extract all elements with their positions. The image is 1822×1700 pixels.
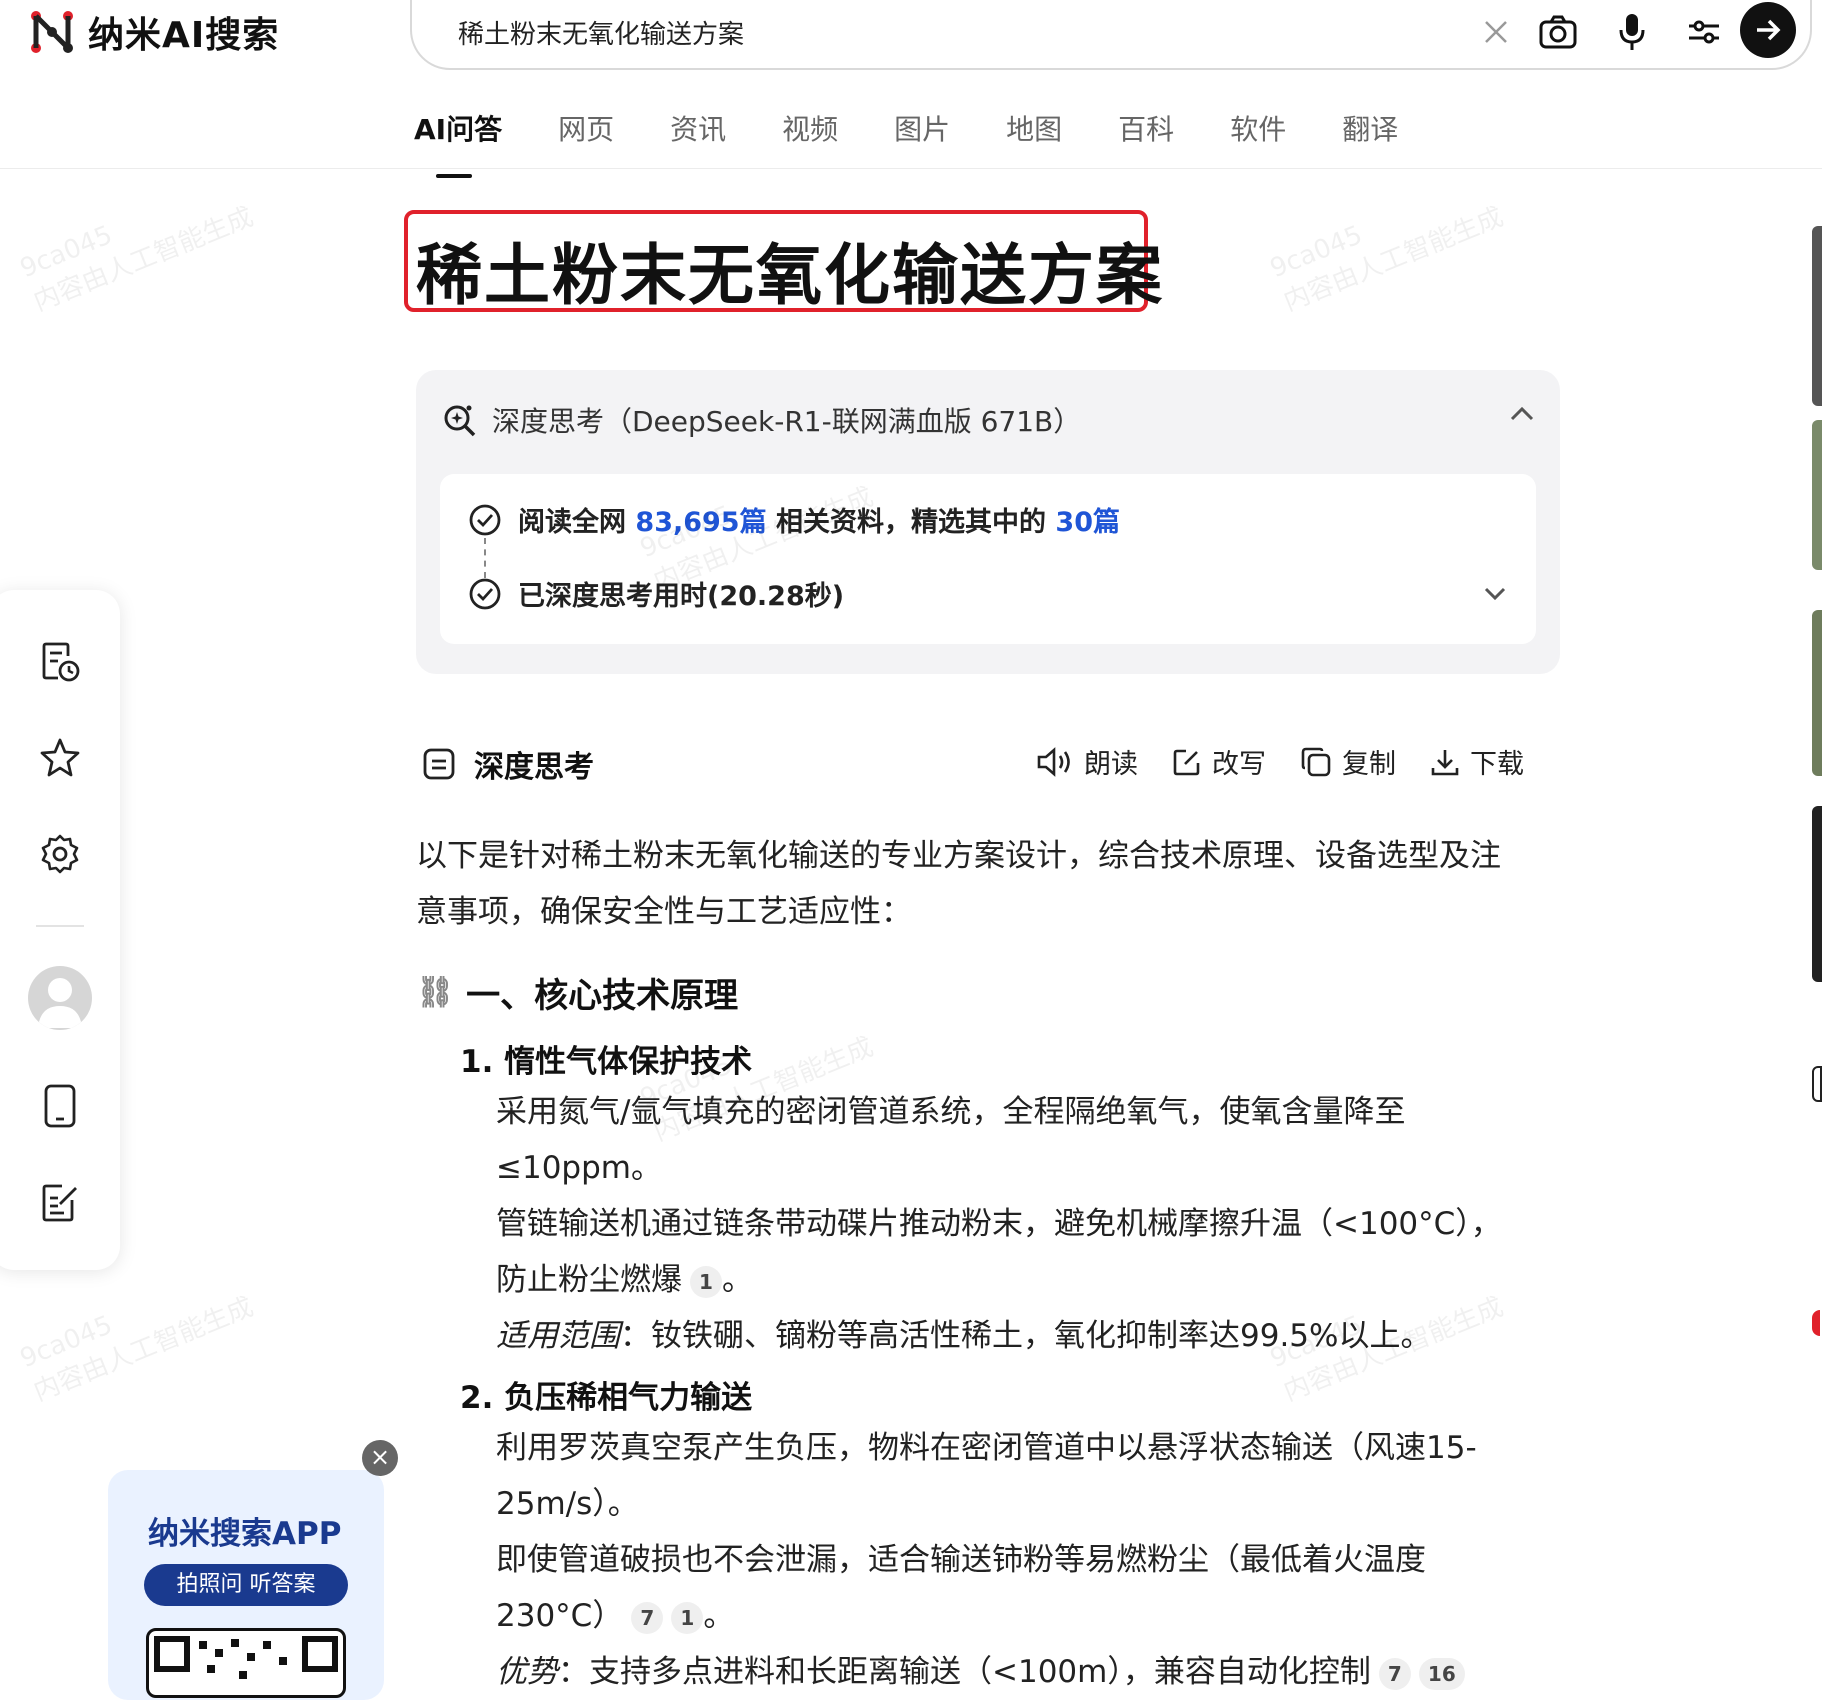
page-title: 稀土粉末无氧化输送方案 <box>416 237 1164 314</box>
intro-line-1: 以下是针对稀土粉末无氧化输送的专业方案设计，综合技术原理、设备选型及注 <box>416 838 1501 874</box>
item-2-line-3: 即使管道破损也不会泄漏，适合输送铈粉等易燃粉尘（最低着火温度 <box>496 1542 1426 1578</box>
tab-news[interactable]: 资讯 <box>670 108 726 148</box>
item-2-line-1: 利用罗茨真空泵产生负压，物料在密闭管道中以悬浮状态输送（风速15- <box>496 1430 1477 1466</box>
answer-actions: 朗读 改写 复制 下载 <box>1036 742 1524 781</box>
advantage-label: 优势 <box>496 1654 558 1690</box>
intro-line-2: 意事项，确保安全性与工艺适应性： <box>416 894 912 930</box>
citation-badge[interactable]: 7 <box>631 1601 664 1634</box>
tab-ai-qa[interactable]: AI问答 <box>414 108 502 178</box>
history-icon[interactable] <box>36 638 84 686</box>
sidebar-divider <box>36 925 84 927</box>
item-1-line-2: ≤10ppm。 <box>496 1150 662 1186</box>
watermark: 9ca045内容由人工智能生成 <box>1265 201 1508 318</box>
promo-tagline: 拍照问 听答案 <box>144 1564 348 1606</box>
watermark: 9ca045内容由人工智能生成 <box>15 1291 258 1408</box>
citation-badge[interactable]: 7 <box>1378 1657 1411 1690</box>
tab-map[interactable]: 地图 <box>1006 108 1062 148</box>
filter-icon[interactable] <box>1682 10 1726 54</box>
copy-button[interactable]: 复制 <box>1300 742 1396 781</box>
download-icon <box>1431 749 1459 775</box>
chain-icon: ⛓ <box>416 975 455 1010</box>
section-heading-core-principles: ⛓ 一、核心技术原理 <box>416 968 738 1017</box>
search-input[interactable]: 稀土粉末无氧化输送方案 <box>458 14 744 51</box>
step-connector <box>484 538 486 578</box>
time-step: 已深度思考用时(20.28秒) <box>468 574 844 613</box>
document-icon <box>423 748 455 780</box>
deep-think-header[interactable]: 深度思考（DeepSeek-R1-联网满血版 671B） <box>442 400 1081 440</box>
nami-logo-icon <box>31 11 73 53</box>
read-aloud-button[interactable]: 朗读 <box>1036 742 1138 781</box>
note-edit-icon[interactable] <box>36 1178 84 1226</box>
close-icon[interactable] <box>1474 10 1518 54</box>
logo[interactable]: 纳米AI搜索 <box>30 4 279 60</box>
item-2-advantage: 优势：支持多点进料和长距离输送（<100m），兼容自动化控制 7 16 <box>496 1644 1465 1700</box>
search-submit-button[interactable] <box>1740 2 1796 58</box>
item-1-title: 1. 惰性气体保护技术 <box>460 1044 753 1080</box>
right-edge-image <box>1812 226 1822 406</box>
heading-text: 一、核心技术原理 <box>466 976 739 1016</box>
read-step-text: 阅读全网 83,695篇 相关资料，精选其中的 30篇 <box>518 507 1120 538</box>
promo-close-button[interactable]: × <box>362 1440 398 1476</box>
tab-software[interactable]: 软件 <box>1230 108 1286 148</box>
citation-badge[interactable]: 16 <box>1418 1657 1465 1690</box>
phone-icon[interactable] <box>36 1082 84 1130</box>
microphone-icon[interactable] <box>1610 10 1654 54</box>
avatar[interactable] <box>28 966 92 1030</box>
item-2-line-4: 230°C） 7 1。 <box>496 1598 735 1634</box>
camera-icon[interactable] <box>1536 10 1580 54</box>
search-tabs: AI问答 网页 资讯 视频 图片 地图 百科 软件 翻译 <box>414 108 1454 178</box>
item-1-line-1: 采用氮气/氩气填充的密闭管道系统，全程隔绝氧气，使氧含量降至 <box>496 1094 1406 1130</box>
deep-think-label: 深度思考（DeepSeek-R1-联网满血版 671B） <box>492 405 1082 438</box>
right-edge-image <box>1812 806 1822 982</box>
chevron-up-icon[interactable] <box>1508 404 1536 428</box>
answer-section-header: 深度思考 <box>422 742 594 786</box>
time-step-text: 已深度思考用时(20.28秒) <box>518 581 845 612</box>
citation-badge[interactable]: 1 <box>671 1601 704 1634</box>
arrow-right-icon <box>1757 19 1781 41</box>
item-1-scope: 适用范围：钕铁硼、镝粉等高活性稀土，氧化抑制率达99.5%以上。 <box>496 1318 1432 1354</box>
tab-translate[interactable]: 翻译 <box>1342 108 1398 148</box>
header-divider <box>0 168 1822 169</box>
right-edge-image <box>1812 610 1822 776</box>
gear-icon[interactable] <box>36 830 84 878</box>
star-icon[interactable] <box>36 734 84 782</box>
scope-label: 适用范围 <box>496 1318 620 1354</box>
left-sidebar <box>0 590 120 1270</box>
right-edge-badge <box>1812 1310 1820 1336</box>
rewrite-button[interactable]: 改写 <box>1172 742 1266 781</box>
copy-icon <box>1301 747 1331 776</box>
promo-title: 纳米搜索APP <box>148 1516 342 1552</box>
watermark: 9ca045内容由人工智能生成 <box>15 201 258 318</box>
qr-code <box>146 1628 346 1698</box>
read-step: 阅读全网 83,695篇 相关资料，精选其中的 30篇 <box>468 500 1120 539</box>
right-edge-image <box>1812 420 1822 570</box>
tab-video[interactable]: 视频 <box>782 108 838 148</box>
tab-baike[interactable]: 百科 <box>1118 108 1174 148</box>
item-1-line-4: 防止粉尘燃爆 1。 <box>496 1262 753 1298</box>
citation-badge[interactable]: 1 <box>690 1265 722 1298</box>
download-button[interactable]: 下载 <box>1430 742 1524 781</box>
section-title: 深度思考 <box>474 750 594 785</box>
sparkle-search-icon <box>444 405 476 437</box>
check-circle-icon <box>469 578 501 609</box>
tab-images[interactable]: 图片 <box>894 108 950 148</box>
item-1-line-3: 管链输送机通过链条带动碟片推动粉末，避免机械摩擦升温（<100°C）， <box>496 1206 1502 1242</box>
item-2-line-2: 25m/s）。 <box>496 1486 639 1522</box>
item-2-title: 2. 负压稀相气力输送 <box>460 1380 753 1416</box>
read-count[interactable]: 83,695篇 <box>635 507 766 538</box>
right-edge-button[interactable] <box>1812 1066 1822 1102</box>
check-circle-icon <box>469 504 501 535</box>
read-selected[interactable]: 30篇 <box>1055 507 1120 538</box>
edit-icon <box>1173 749 1200 775</box>
chevron-down-icon[interactable] <box>1482 584 1508 606</box>
logo-text: 纳米AI搜索 <box>88 15 280 56</box>
speaker-icon <box>1037 746 1070 777</box>
tab-web[interactable]: 网页 <box>558 108 614 148</box>
